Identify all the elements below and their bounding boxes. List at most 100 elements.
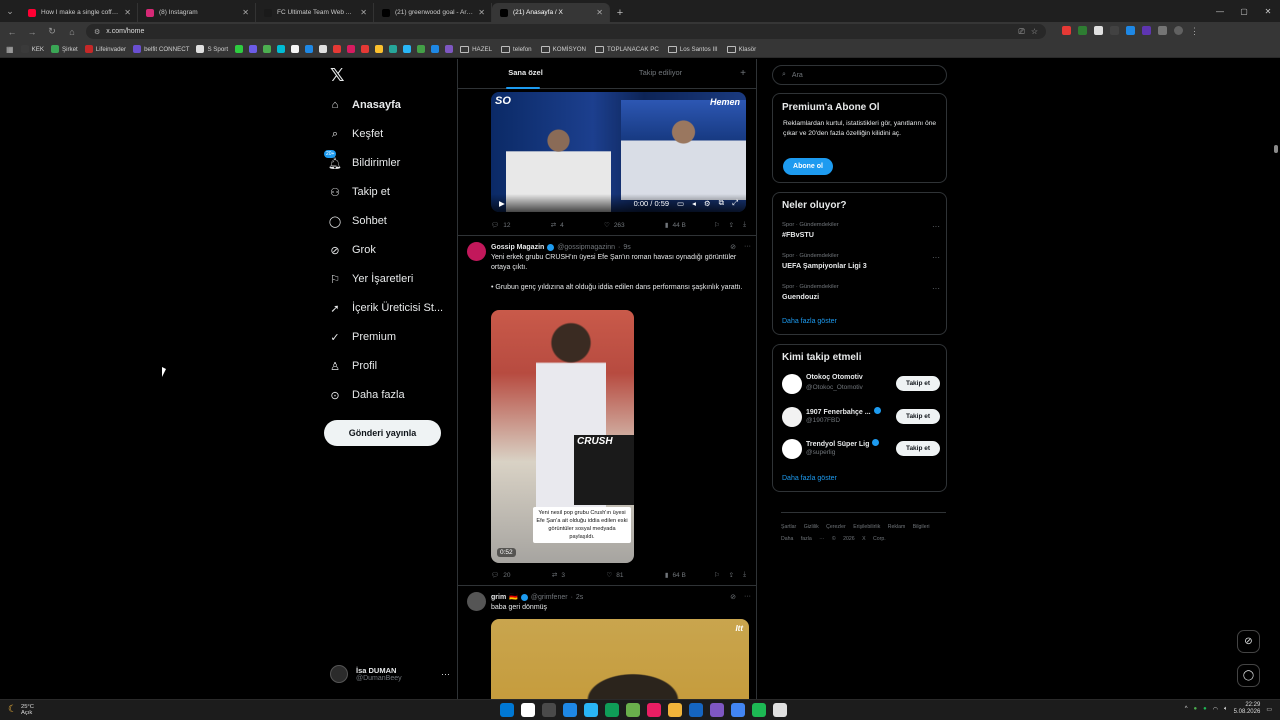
close-window-icon[interactable]: ✕	[1256, 0, 1280, 22]
more-dots-icon[interactable]: ···	[744, 243, 751, 251]
taskbar-app-icon[interactable]	[710, 703, 724, 717]
bookmark-item[interactable]: belfit CONNECT	[133, 45, 189, 53]
bookmark-favicon-icon[interactable]	[333, 45, 342, 53]
bookmark-item[interactable]: KEK	[20, 45, 44, 53]
volume-icon[interactable]: 🔈︎	[1224, 706, 1228, 713]
browser-tab[interactable]: (21) Anasayfa / X ✕	[492, 3, 610, 22]
reload-icon[interactable]: ↻	[46, 26, 58, 37]
bookmark-favicon-icon[interactable]	[347, 45, 356, 53]
taskbar-app-icon[interactable]	[689, 703, 703, 717]
bookmark-favicon-icon[interactable]	[249, 45, 258, 53]
bookmark-favicon-icon[interactable]	[403, 45, 412, 53]
tweet-video[interactable]: Itt	[491, 619, 749, 699]
post-button[interactable]: Gönderi yayınla	[324, 420, 441, 446]
new-tab-button[interactable]: +	[610, 3, 630, 22]
bookmark-favicon-icon[interactable]	[389, 45, 398, 53]
views-button[interactable]: ▮ 64 B	[665, 571, 686, 580]
captions-icon[interactable]: ▭	[677, 199, 684, 208]
reply-button[interactable]: 💬︎ 12	[491, 221, 511, 230]
share-icon[interactable]: ⇪	[729, 221, 734, 229]
bookmark-item[interactable]: S Sport	[196, 45, 228, 53]
site-info-icon[interactable]: ⚙	[94, 28, 100, 36]
nav-item-rocket[interactable]: ➚ İçerik Üreticisi St...	[328, 296, 443, 320]
trend-item[interactable]: Spor · Gündemdekiler Guendouzi ···	[782, 284, 940, 301]
bookmark-favicon-icon[interactable]	[431, 45, 440, 53]
extension-icon[interactable]	[1062, 26, 1071, 35]
taskbar-app-icon[interactable]	[752, 703, 766, 717]
follow-button[interactable]: Takip et	[896, 441, 940, 456]
subscribe-button[interactable]: Abone ol	[783, 158, 833, 175]
follow-suggestion[interactable]: 1907 Fenerbahçe ... @1907FBD Takip et	[782, 405, 940, 429]
tweet-video[interactable]: SO Hemen ▶ 0:00 / 0:59 ▭ ◂ ⚙ ⧉ ⤢	[491, 92, 746, 212]
download-icon[interactable]: ⤓	[743, 221, 746, 229]
tweet-time[interactable]: 9s	[623, 244, 630, 251]
show-more-link[interactable]: Daha fazla göster	[782, 318, 837, 325]
tweet-video[interactable]: CRUSH Yeni nesil pop grubu Crush'ın üyes…	[491, 310, 634, 563]
search-input[interactable]: ⌕ Ara	[772, 65, 947, 85]
taskbar-app-icon[interactable]	[500, 703, 514, 717]
add-feed-icon[interactable]: +	[728, 68, 756, 79]
like-button[interactable]: ♡ 263	[604, 221, 625, 230]
close-tab-icon[interactable]: ✕	[242, 8, 249, 17]
bookmark-folder[interactable]: Los Santos III	[667, 45, 718, 53]
install-icon[interactable]: ⎚	[1018, 27, 1024, 37]
nav-item-more-circle[interactable]: ⊙ Daha fazla	[328, 383, 404, 407]
fullscreen-icon[interactable]: ⤢	[732, 198, 738, 208]
show-more-link[interactable]: Daha fazla göster	[782, 475, 837, 482]
repost-button[interactable]: ⇄ 4	[551, 221, 564, 230]
author-name[interactable]: grim	[491, 594, 506, 601]
bookmark-icon[interactable]: ⚐	[714, 571, 720, 579]
extension-icon[interactable]	[1126, 26, 1135, 35]
taskbar-app-icon[interactable]	[521, 703, 535, 717]
scroll-thumb[interactable]	[1274, 145, 1278, 153]
bookmark-favicon-icon[interactable]	[305, 45, 314, 53]
nav-item-chat[interactable]: ◯ Sohbet	[328, 209, 387, 233]
browser-tab[interactable]: (8) Instagram ✕	[138, 3, 256, 22]
tab-for-you[interactable]: Sana özel	[458, 59, 593, 89]
tray-app-icon[interactable]: ●	[1203, 706, 1207, 712]
taskbar-app-icon[interactable]	[563, 703, 577, 717]
bookmark-favicon-icon[interactable]	[291, 45, 300, 53]
weather-widget[interactable]: ☾ 25°C Açık	[8, 704, 34, 717]
more-dots-icon[interactable]: ···	[932, 253, 940, 262]
tab-search-icon[interactable]: ⌄	[0, 0, 20, 22]
download-icon[interactable]: ⤓	[743, 571, 746, 579]
x-logo-icon[interactable]: 𝕏	[330, 65, 345, 86]
back-icon[interactable]: ←	[6, 27, 18, 37]
settings-icon[interactable]: ⚙	[704, 199, 711, 208]
extension-icon[interactable]	[1142, 26, 1151, 35]
like-button[interactable]: ♡ 81	[606, 571, 623, 580]
share-icon[interactable]: ⇪	[729, 571, 734, 579]
browser-tab[interactable]: (21) greenwood goal - Arama / X ✕	[374, 3, 492, 22]
network-icon[interactable]: ◠	[1213, 706, 1218, 713]
notification-icon[interactable]: ▭	[1266, 706, 1272, 713]
tweet-time[interactable]: 2s	[576, 594, 583, 601]
bookmark-favicon-icon[interactable]	[235, 45, 244, 53]
browser-tab[interactable]: FC Ultimate Team Web App - E ✕	[256, 3, 374, 22]
clock[interactable]: 22:29 5.08.2026	[1234, 702, 1261, 716]
maximize-icon[interactable]: ▢	[1232, 0, 1256, 22]
taskbar-app-icon[interactable]	[773, 703, 787, 717]
taskbar-app-icon[interactable]	[731, 703, 745, 717]
bookmark-icon[interactable]: ⚐	[714, 221, 720, 229]
close-tab-icon[interactable]: ✕	[360, 8, 367, 17]
bookmark-favicon-icon[interactable]	[319, 45, 328, 53]
avatar[interactable]	[467, 592, 486, 611]
close-tab-icon[interactable]: ✕	[124, 8, 131, 17]
views-button[interactable]: ▮ 44 B	[665, 221, 686, 230]
close-tab-icon[interactable]: ✕	[478, 8, 485, 17]
tray-app-icon[interactable]: ●	[1194, 706, 1198, 712]
extension-icon[interactable]	[1094, 26, 1103, 35]
nav-item-home[interactable]: ⌂ Anasayfa	[328, 93, 401, 117]
extension-icon[interactable]	[1078, 26, 1087, 35]
bookmark-item[interactable]: Şirket	[50, 45, 78, 53]
more-dots-icon[interactable]: ···	[441, 669, 450, 679]
bookmark-folder[interactable]: Klasör	[726, 45, 756, 53]
follow-button[interactable]: Takip et	[896, 376, 940, 391]
follow-button[interactable]: Takip et	[896, 409, 940, 424]
volume-icon[interactable]: ◂	[692, 199, 696, 208]
trend-item[interactable]: Spor · Gündemdekiler #FBvSTU ···	[782, 222, 940, 239]
tab-following[interactable]: Takip ediliyor	[593, 59, 728, 89]
nav-item-grok[interactable]: ⊘ Grok	[328, 238, 375, 262]
nav-item-premium[interactable]: ✓ Premium	[328, 325, 396, 349]
